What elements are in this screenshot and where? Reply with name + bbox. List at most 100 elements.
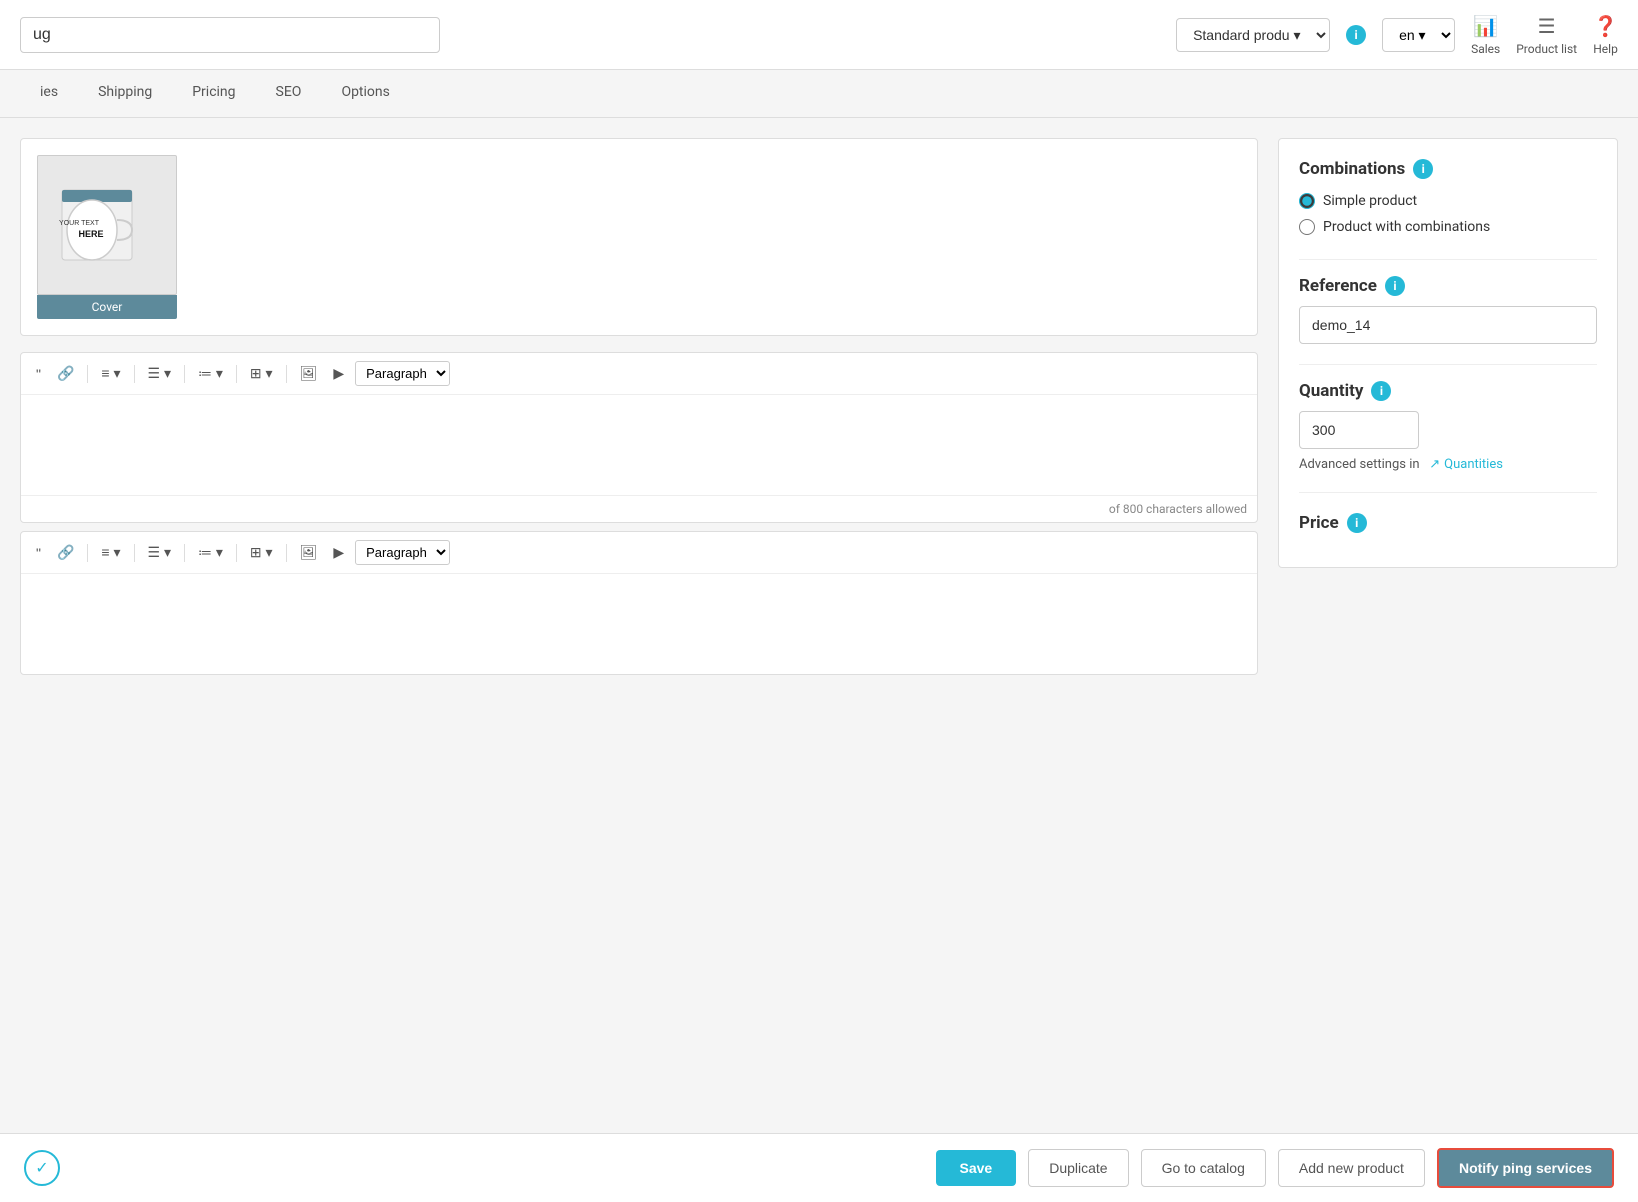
combinations-title-text: Combinations xyxy=(1299,159,1405,179)
toolbar2-align-btn[interactable]: ≡ ▾ xyxy=(96,541,125,564)
quantity-title-text: Quantity xyxy=(1299,381,1363,401)
quantity-info-icon[interactable]: i xyxy=(1371,381,1391,401)
right-panel: Combinations i Simple product Product wi… xyxy=(1278,138,1618,1120)
tab-shipping[interactable]: Shipping xyxy=(78,70,172,117)
toolbar2-paragraph-select[interactable]: Paragraph Heading 1 Heading 2 xyxy=(355,540,450,565)
price-title: Price i xyxy=(1299,513,1597,533)
go-to-catalog-button[interactable]: Go to catalog xyxy=(1141,1149,1266,1187)
combinations-title: Combinations i xyxy=(1299,159,1597,179)
svg-text:YOUR TEXT: YOUR TEXT xyxy=(59,220,100,227)
tab-seo[interactable]: SEO xyxy=(256,70,322,117)
toolbar-numbered-btn[interactable]: ≔ ▾ xyxy=(193,362,228,385)
reference-info-icon[interactable]: i xyxy=(1385,276,1405,296)
editor2-toolbar: " 🔗 ≡ ▾ ☰ ▾ ≔ ▾ ⊞ ▾ 🖼 ▶ Paragraph Headin… xyxy=(21,532,1257,574)
divider2 xyxy=(1299,364,1597,365)
toolbar2-sep1 xyxy=(87,544,88,562)
reference-title-text: Reference xyxy=(1299,276,1377,296)
advanced-settings-text: Advanced settings in xyxy=(1299,457,1420,472)
reference-label: Reference i xyxy=(1299,276,1597,296)
combinations-info-icon[interactable]: i xyxy=(1413,159,1433,179)
main-content: YOUR TEXT HERE Cover " 🔗 ≡ ▾ ☰ ▾ ≔ ▾ ⊞ ▾ xyxy=(0,118,1638,1140)
toolbar-sep5 xyxy=(286,365,287,383)
left-panel: YOUR TEXT HERE Cover " 🔗 ≡ ▾ ☰ ▾ ≔ ▾ ⊞ ▾ xyxy=(20,138,1258,1120)
header-right: Standard produ ▾ Pack of products Virtua… xyxy=(1176,14,1618,56)
product-list-label: Product list xyxy=(1516,42,1577,56)
product-type-select[interactable]: Standard produ ▾ Pack of products Virtua… xyxy=(1176,18,1330,52)
quantity-input[interactable] xyxy=(1299,411,1419,449)
toolbar-video-btn[interactable]: ▶ xyxy=(328,362,349,385)
toolbar2-sep4 xyxy=(236,544,237,562)
product-title-input[interactable] xyxy=(20,17,440,53)
product-image: YOUR TEXT HERE xyxy=(37,155,177,295)
svg-text:HERE: HERE xyxy=(78,229,103,239)
editor1-footer: of 800 characters allowed xyxy=(21,495,1257,522)
editor1-body[interactable] xyxy=(21,395,1257,495)
price-section: Price i xyxy=(1299,513,1597,533)
toolbar2-video-btn[interactable]: ▶ xyxy=(328,541,349,564)
quantities-link[interactable]: ↗ Quantities xyxy=(1429,457,1503,472)
tab-bar: ies Shipping Pricing SEO Options xyxy=(0,70,1638,118)
toolbar-quote-btn[interactable]: " xyxy=(31,363,46,385)
toolbar-image-btn[interactable]: 🖼 xyxy=(295,362,323,385)
price-title-text: Price xyxy=(1299,513,1339,533)
help-label: Help xyxy=(1593,42,1618,56)
editor2-body[interactable] xyxy=(21,574,1257,674)
nav-product-list[interactable]: ☰ Product list xyxy=(1516,14,1577,56)
duplicate-button[interactable]: Duplicate xyxy=(1028,1149,1128,1187)
right-card: Combinations i Simple product Product wi… xyxy=(1278,138,1618,568)
add-new-product-button[interactable]: Add new product xyxy=(1278,1149,1425,1187)
product-list-icon: ☰ xyxy=(1538,14,1556,38)
reference-section: Reference i demo_14 xyxy=(1299,276,1597,344)
toolbar-paragraph-select[interactable]: Paragraph Heading 1 Heading 2 xyxy=(355,361,450,386)
toolbar-link-btn[interactable]: 🔗 xyxy=(52,362,79,385)
toolbar2-sep5 xyxy=(286,544,287,562)
notify-ping-services-button[interactable]: Notify ping services xyxy=(1437,1148,1614,1188)
toolbar-sep3 xyxy=(184,365,185,383)
combinations-section: Combinations i Simple product Product wi… xyxy=(1299,159,1597,235)
toolbar-table-btn[interactable]: ⊞ ▾ xyxy=(245,362,278,385)
image-section: YOUR TEXT HERE Cover xyxy=(20,138,1258,336)
tab-ies[interactable]: ies xyxy=(20,70,78,117)
header: Standard produ ▾ Pack of products Virtua… xyxy=(0,0,1638,70)
radio-simple-label: Simple product xyxy=(1323,193,1417,209)
radio-combined-product[interactable]: Product with combinations xyxy=(1299,219,1597,235)
tab-options[interactable]: Options xyxy=(321,70,409,117)
divider1 xyxy=(1299,259,1597,260)
tab-pricing[interactable]: Pricing xyxy=(172,70,255,117)
toolbar2-image-btn[interactable]: 🖼 xyxy=(295,541,323,564)
combinations-radio-group: Simple product Product with combinations xyxy=(1299,193,1597,235)
char-count-text: of 800 characters allowed xyxy=(1109,502,1247,516)
external-link-icon: ↗ xyxy=(1429,457,1440,472)
toolbar2-numbered-btn[interactable]: ≔ ▾ xyxy=(193,541,228,564)
radio-combined-label: Product with combinations xyxy=(1323,219,1490,235)
radio-simple-input[interactable] xyxy=(1299,193,1315,209)
toolbar2-quote-btn[interactable]: " xyxy=(31,542,46,564)
toolbar-align-btn[interactable]: ≡ ▾ xyxy=(96,362,125,385)
divider3 xyxy=(1299,492,1597,493)
sales-label: Sales xyxy=(1471,42,1500,56)
mug-svg: YOUR TEXT HERE xyxy=(57,175,157,275)
help-icon: ❓ xyxy=(1593,14,1618,38)
toolbar2-link-btn[interactable]: 🔗 xyxy=(52,541,79,564)
image-cover-label: Cover xyxy=(37,295,177,319)
toolbar-sep1 xyxy=(87,365,88,383)
toolbar2-table-btn[interactable]: ⊞ ▾ xyxy=(245,541,278,564)
check-button[interactable]: ✓ xyxy=(24,1150,60,1186)
bottom-bar: ✓ Save Duplicate Go to catalog Add new p… xyxy=(0,1133,1638,1202)
radio-simple-product[interactable]: Simple product xyxy=(1299,193,1597,209)
nav-sales[interactable]: 📊 Sales xyxy=(1471,14,1500,56)
product-type-info-icon[interactable]: i xyxy=(1346,25,1366,45)
reference-input[interactable]: demo_14 xyxy=(1299,306,1597,344)
toolbar-bullet-btn[interactable]: ☰ ▾ xyxy=(143,362,176,385)
radio-combined-input[interactable] xyxy=(1299,219,1315,235)
save-button[interactable]: Save xyxy=(936,1150,1017,1186)
language-select[interactable]: en ▾ fr es xyxy=(1382,18,1455,52)
toolbar-sep2 xyxy=(134,365,135,383)
sales-icon: 📊 xyxy=(1473,14,1498,38)
price-info-icon[interactable]: i xyxy=(1347,513,1367,533)
quantity-label: Quantity i xyxy=(1299,381,1597,401)
nav-help[interactable]: ❓ Help xyxy=(1593,14,1618,56)
toolbar2-sep3 xyxy=(184,544,185,562)
toolbar2-bullet-btn[interactable]: ☰ ▾ xyxy=(143,541,176,564)
header-left xyxy=(20,17,440,53)
